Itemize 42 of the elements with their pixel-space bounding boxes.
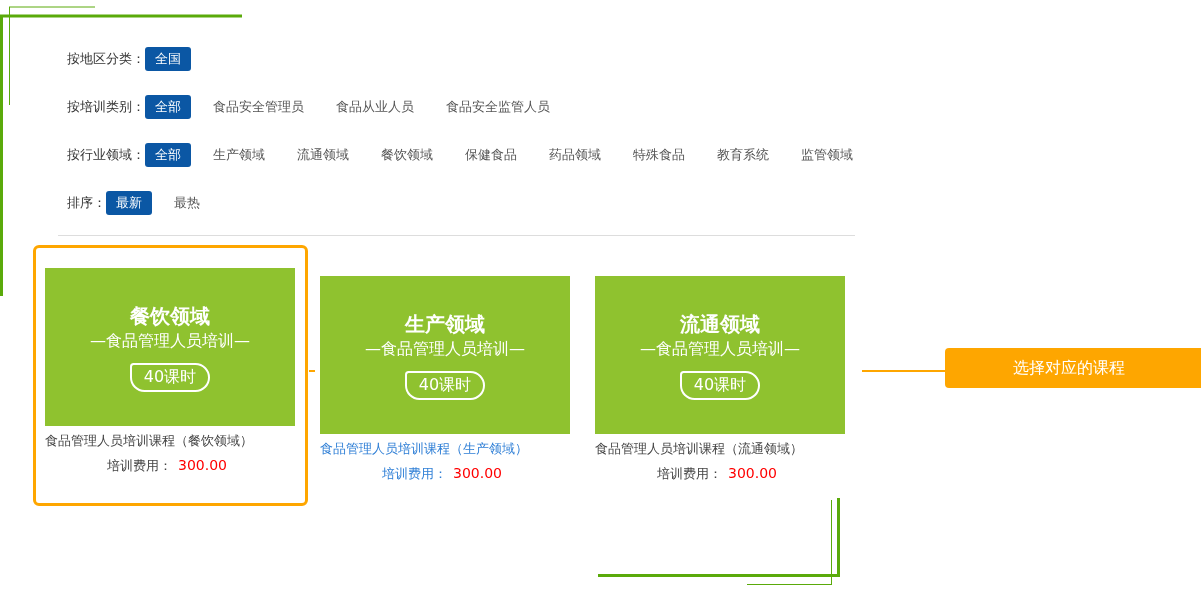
course-card[interactable]: 生产领域 —食品管理人员培训— 40课时 食品管理人员培训课程（生产领域） 培训费用： 300.00 [308, 253, 583, 514]
filter-option-selected[interactable]: 最新 [106, 191, 152, 215]
banner-subtitle: —食品管理人员培训— [90, 329, 250, 352]
filter-option[interactable]: 保健食品 [455, 143, 527, 167]
filter-option[interactable]: 流通领域 [287, 143, 359, 167]
filter-label: 排序： [67, 194, 106, 212]
fee-amount: 300.00 [178, 457, 227, 475]
filter-option-selected[interactable]: 全部 [145, 143, 191, 167]
filter-label: 按地区分类： [67, 50, 145, 68]
fee-amount: 300.00 [728, 465, 777, 483]
filter-label: 按培训类别： [67, 98, 145, 116]
hours-badge: 40课时 [129, 362, 211, 392]
hours-badge: 40课时 [679, 370, 761, 400]
callout-label: 选择对应的课程 [945, 348, 1201, 388]
filter-option[interactable]: 监管领域 [791, 143, 863, 167]
course-name-link[interactable]: 食品管理人员培训课程（生产领域） [320, 439, 570, 459]
filter-option-selected[interactable]: 全部 [145, 95, 191, 119]
banner-subtitle: —食品管理人员培训— [365, 337, 525, 360]
banner-title: 生产领域 [405, 310, 485, 337]
fee-label: 培训费用： [657, 465, 722, 483]
banner-subtitle: —食品管理人员培训— [640, 337, 800, 360]
course-name-link[interactable]: 食品管理人员培训课程（餐饮领域） [45, 431, 295, 451]
filter-option[interactable]: 生产领域 [203, 143, 275, 167]
filter-option[interactable]: 特殊食品 [623, 143, 695, 167]
filter-option[interactable]: 药品领域 [539, 143, 611, 167]
filter-option[interactable]: 食品从业人员 [326, 95, 424, 119]
fee-label: 培训费用： [107, 457, 172, 475]
hours-badge: 40课时 [404, 370, 486, 400]
course-name-link[interactable]: 食品管理人员培训课程（流通领域） [595, 439, 845, 459]
banner-title: 餐饮领域 [130, 302, 210, 329]
filter-option[interactable]: 食品安全监管人员 [436, 95, 560, 119]
filter-option-selected[interactable]: 全国 [145, 47, 191, 71]
filter-option[interactable]: 最热 [164, 191, 210, 215]
course-card[interactable]: 流通领域 —食品管理人员培训— 40课时 食品管理人员培训课程（流通领域） 培训费用： 300.00 [583, 253, 858, 514]
fee-amount: 300.00 [453, 465, 502, 483]
filter-option[interactable]: 食品安全管理员 [203, 95, 314, 119]
banner-title: 流通领域 [680, 310, 760, 337]
fee-label: 培训费用： [382, 465, 447, 483]
filter-label: 按行业领域： [67, 146, 145, 164]
course-card[interactable]: 餐饮领域 —食品管理人员培训— 40课时 食品管理人员培训课程（餐饮领域） 培训费用： 300.00 [33, 245, 308, 506]
filter-option[interactable]: 餐饮领域 [371, 143, 443, 167]
filter-option[interactable]: 教育系统 [707, 143, 779, 167]
